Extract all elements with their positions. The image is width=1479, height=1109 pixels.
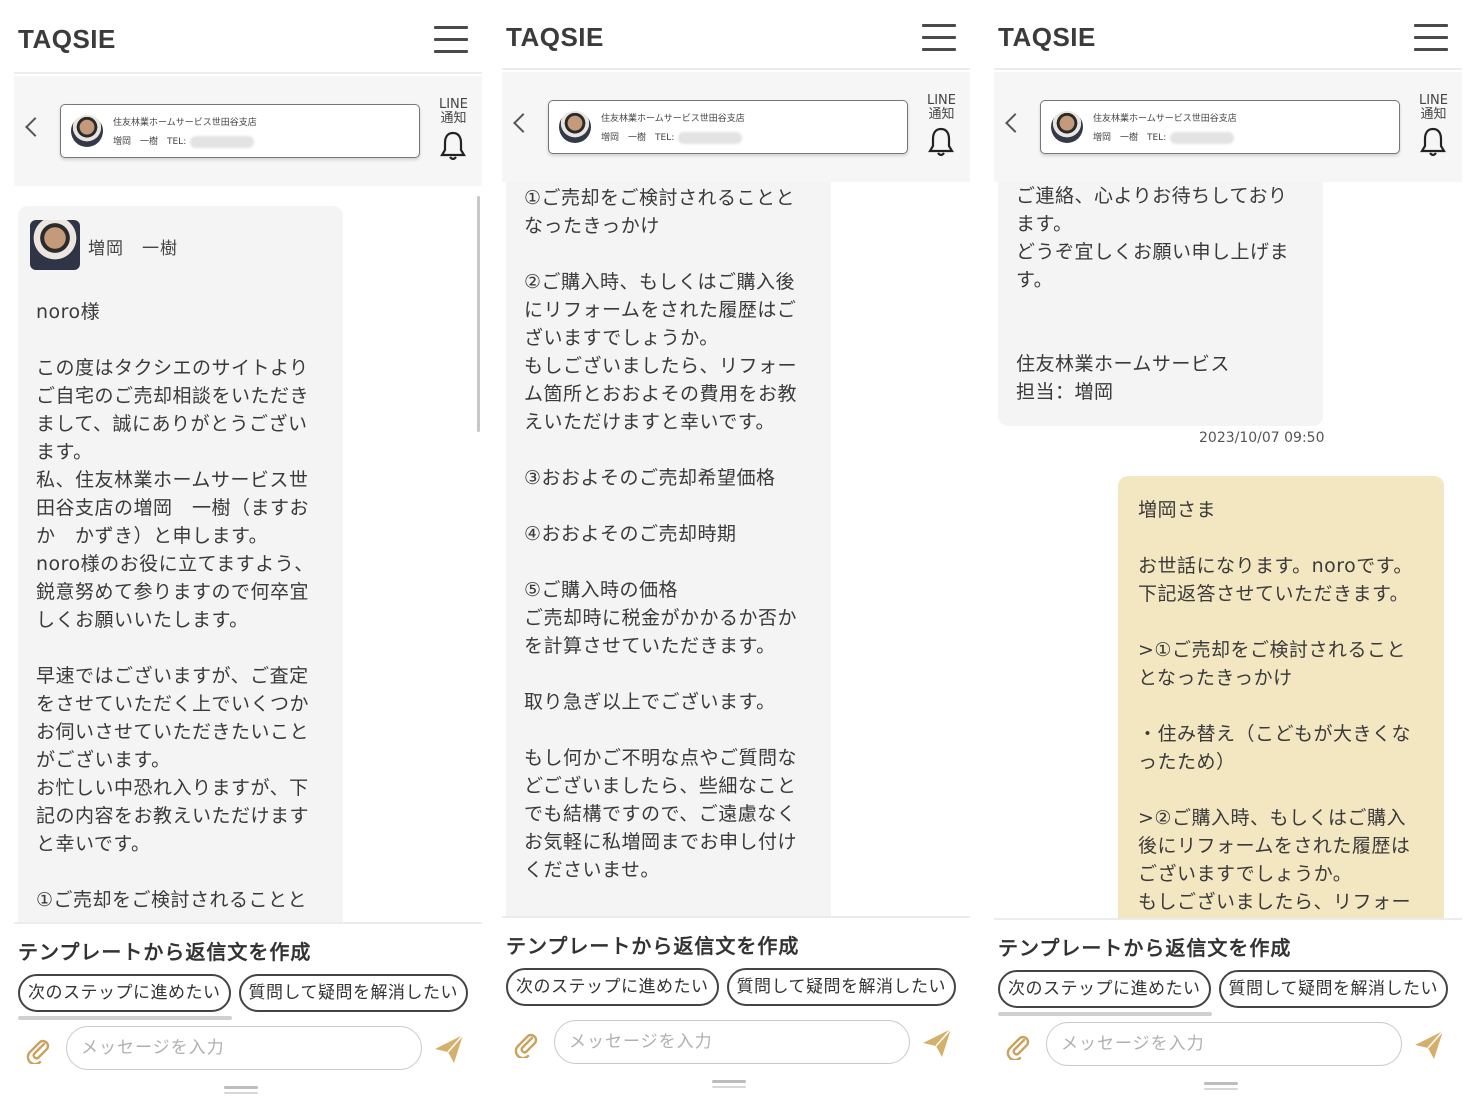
bell-icon (928, 127, 955, 157)
drag-handle-line (1204, 1088, 1238, 1090)
agent-avatar (71, 115, 103, 147)
agent-name-tel: 増岡 一樹 TEL: (601, 130, 743, 144)
paperclip-icon[interactable] (1004, 1032, 1032, 1060)
sender-avatar (30, 220, 80, 270)
chip-ask-question[interactable]: 質問して疑問を解消したい (726, 968, 956, 1006)
chip-ask-question[interactable]: 質問して疑問を解消したい (238, 974, 468, 1012)
drag-handle[interactable] (1204, 1082, 1238, 1085)
send-icon[interactable] (1412, 1028, 1446, 1062)
line-notify-button[interactable]: LINE 通知 (1419, 94, 1448, 162)
reply-text: 増岡さま お世話になります。noroです。 下記返答させていただきます。 >①ご… (1138, 499, 1413, 913)
template-chips: 次のステップに進めたい 質問して疑問を解消したい (18, 974, 476, 1012)
chip-ask-question[interactable]: 質問して疑問を解消したい (1218, 970, 1448, 1008)
app-header: TAQSIE (994, 0, 1462, 70)
hamburger-menu-icon[interactable] (1414, 24, 1448, 52)
paperclip-icon[interactable] (512, 1030, 540, 1058)
agent-message-bubble: ①ご売却をご検討されることと なったきっかけ ②ご購入時、もしくはご購入後 にリ… (506, 182, 831, 916)
chat-area[interactable]: ご連絡、心よりお待ちしており ます。 どうぞ宜しくお願い申し上げま す。 住友林… (994, 182, 1462, 918)
scrollbar[interactable] (477, 196, 480, 432)
message-input[interactable]: メッセージを入力 (554, 1020, 910, 1064)
user-reply-bubble: 増岡さま お世話になります。noroです。 下記返答させていただきます。 >①ご… (1118, 476, 1444, 918)
agent-avatar (1051, 111, 1083, 143)
bell-icon (1420, 127, 1447, 157)
line-label: LINE (926, 93, 956, 108)
line-notify-button[interactable]: LINE 通知 (927, 94, 956, 162)
reply-composer: テンプレートから返信文を作成 次のステップに進めたい 質問して疑問を解消したい メ… (14, 922, 482, 1100)
redacted-phone (190, 135, 255, 148)
back-chevron-icon[interactable] (513, 113, 533, 133)
agent-bar: 住友林業ホームサービス世田谷支店 増岡 一樹 TEL: LINE 通知 (994, 72, 1462, 182)
template-title: テンプレートから返信文を作成 (506, 934, 800, 958)
app-header: TAQSIE (502, 0, 970, 70)
chip-next-step[interactable]: 次のステップに進めたい (506, 968, 719, 1006)
redacted-phone (1170, 131, 1235, 144)
chip-next-step[interactable]: 次のステップに進めたい (998, 970, 1211, 1008)
template-title: テンプレートから返信文を作成 (998, 936, 1292, 960)
agent-message-bubble: ご連絡、心よりお待ちしており ます。 どうぞ宜しくお願い申し上げま す。 住友林… (998, 182, 1323, 426)
agent-card[interactable]: 住友林業ホームサービス世田谷支店 増岡 一樹 TEL: (548, 100, 908, 154)
taqsie-logo[interactable]: TAQSIE (18, 24, 116, 55)
agent-company: 住友林業ホームサービス世田谷支店 (1093, 114, 1237, 124)
back-chevron-icon[interactable] (25, 117, 45, 137)
paperclip-icon[interactable] (24, 1036, 52, 1064)
back-chevron-icon[interactable] (1005, 113, 1025, 133)
agent-name-tel: 増岡 一樹 TEL: (1093, 130, 1235, 144)
message-input[interactable]: メッセージを入力 (1046, 1022, 1402, 1066)
send-icon[interactable] (920, 1026, 954, 1060)
chat-area[interactable]: ①ご売却をご検討されることと なったきっかけ ②ご購入時、もしくはご購入後 にリ… (502, 182, 970, 916)
reply-composer: テンプレートから返信文を作成 次のステップに進めたい 質問して疑問を解消したい メ… (994, 918, 1462, 1096)
agent-name-tel: 増岡 一樹 TEL: (113, 134, 255, 148)
notify-label: 通知 (440, 111, 467, 126)
drag-handle-line (224, 1092, 258, 1094)
bell-icon (440, 131, 467, 161)
line-label: LINE (1418, 93, 1448, 108)
chip-next-step[interactable]: 次のステップに進めたい (18, 974, 231, 1012)
agent-message-bubble: 増岡 一樹 noro様 この度はタクシエのサイトより ご自宅のご売却相談をいただ… (18, 206, 343, 922)
sender-name: 増岡 一樹 (88, 239, 178, 259)
line-label: LINE (438, 97, 468, 112)
message-text: ご連絡、心よりお待ちしており ます。 どうぞ宜しくお願い申し上げま す。 住友林… (1016, 185, 1290, 403)
line-notify-button[interactable]: LINE 通知 (439, 98, 468, 166)
redacted-phone (678, 131, 743, 144)
agent-card[interactable]: 住友林業ホームサービス世田谷支店 増岡 一樹 TEL: (60, 104, 420, 158)
message-timestamp: 2023/10/07 09:50 (1199, 430, 1325, 446)
drag-handle-line (712, 1086, 746, 1088)
template-chips: 次のステップに進めたい 質問して疑問を解消したい (998, 970, 1456, 1008)
phone-panel-1: TAQSIE 住友林業ホームサービス世田谷支店 増岡 一樹 TEL: LINE … (14, 0, 482, 1100)
drag-handle[interactable] (224, 1086, 258, 1089)
agent-bar: 住友林業ホームサービス世田谷支店 増岡 一樹 TEL: LINE 通知 (14, 76, 482, 186)
hamburger-menu-icon[interactable] (922, 24, 956, 52)
agent-company: 住友林業ホームサービス世田谷支店 (113, 118, 257, 128)
message-text: noro様 この度はタクシエのサイトより ご自宅のご売却相談をいただき まして、… (36, 301, 314, 911)
taqsie-logo[interactable]: TAQSIE (998, 22, 1096, 53)
chips-scroll-indicator[interactable] (18, 1016, 232, 1020)
chat-area[interactable]: 増岡 一樹 noro様 この度はタクシエのサイトより ご自宅のご売却相談をいただ… (14, 186, 482, 922)
phone-panel-3: TAQSIE 住友林業ホームサービス世田谷支店 増岡 一樹 TEL: LINE … (994, 0, 1462, 1100)
drag-handle[interactable] (712, 1080, 746, 1083)
reply-composer: テンプレートから返信文を作成 次のステップに進めたい 質問して疑問を解消したい メ… (502, 916, 970, 1094)
agent-company: 住友林業ホームサービス世田谷支店 (601, 114, 745, 124)
agent-card[interactable]: 住友林業ホームサービス世田谷支店 増岡 一樹 TEL: (1040, 100, 1400, 154)
chips-scroll-indicator[interactable] (998, 1012, 1212, 1016)
message-text: ①ご売却をご検討されることと なったきっかけ ②ご購入時、もしくはご購入後 にリ… (524, 187, 798, 881)
send-icon[interactable] (432, 1032, 466, 1066)
message-input[interactable]: メッセージを入力 (66, 1026, 422, 1070)
template-title: テンプレートから返信文を作成 (18, 940, 312, 964)
hamburger-menu-icon[interactable] (434, 26, 468, 54)
notify-label: 通知 (928, 107, 955, 122)
template-chips: 次のステップに進めたい 質問して疑問を解消したい (506, 968, 964, 1006)
notify-label: 通知 (1420, 107, 1447, 122)
agent-avatar (559, 111, 591, 143)
app-header: TAQSIE (14, 0, 482, 74)
phone-panel-2: TAQSIE 住友林業ホームサービス世田谷支店 増岡 一樹 TEL: LINE … (502, 0, 970, 1100)
taqsie-logo[interactable]: TAQSIE (506, 22, 604, 53)
agent-bar: 住友林業ホームサービス世田谷支店 増岡 一樹 TEL: LINE 通知 (502, 72, 970, 182)
